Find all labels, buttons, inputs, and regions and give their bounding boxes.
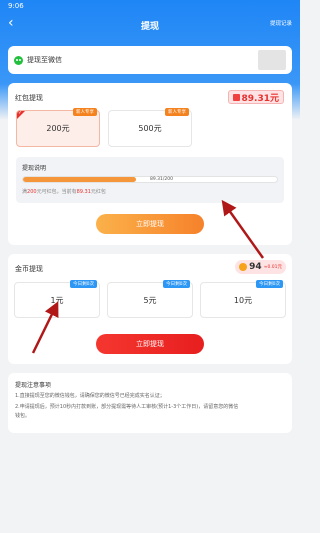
redpack-option-200[interactable]: ✓ 新人专享 200元 xyxy=(16,108,100,147)
progress-fill xyxy=(23,177,137,182)
back-icon[interactable]: ‹ xyxy=(8,15,14,31)
wechat-avatar xyxy=(258,50,286,70)
coin-balance-sub: ≈0.01元 xyxy=(263,265,282,270)
redpack-balance: 89.31元 xyxy=(241,93,279,104)
explain-title: 提现说明 xyxy=(22,165,47,172)
coin-option-1[interactable]: 今日剩0次 1元 xyxy=(14,280,100,318)
coin-title: 金币提现 xyxy=(15,265,43,273)
notice-card: 提现注意事项 1.直接提现至您的微信钱包，请确保您的微信号已经完成实名认证； 2… xyxy=(8,373,292,433)
option-amount: 5元 xyxy=(143,295,157,305)
notice-title: 提现注意事项 xyxy=(15,382,52,389)
explain-desc: 满200元可红包，当前有89.31元红包 xyxy=(22,189,106,195)
coin-withdraw-card: 金币提现 94 ≈0.01元 今日剩0次 1元 今日剩0次 5元 今日剩0次 1… xyxy=(8,254,292,364)
option-amount: 200元 xyxy=(46,124,70,133)
coin-balance: 94 xyxy=(249,262,262,272)
redpack-balance-badge: 89.31元 xyxy=(227,90,284,104)
option-tag: 今日剩0次 xyxy=(163,280,190,288)
coin-withdraw-button[interactable]: 立即提现 xyxy=(96,334,204,354)
wechat-label: 提现至微信 xyxy=(27,56,62,64)
page-title: 提现 xyxy=(140,21,159,32)
status-bar: 9:06 xyxy=(0,0,300,14)
nav-bar: ‹ 提现 提现记录 xyxy=(0,14,300,36)
redpack-title: 红包提现 xyxy=(15,94,43,102)
wechat-icon xyxy=(14,55,23,65)
option-amount: 500元 xyxy=(138,124,162,133)
notice-line-1: 1.直接提现至您的微信钱包，请确保您的微信号已经完成实名认证； xyxy=(15,393,165,399)
option-amount: 10元 xyxy=(233,295,253,305)
redpack-withdraw-card: 红包提现 89.31元 ✓ 新人专享 200元 新人专享 500元 提现说明 8… xyxy=(8,83,292,245)
notice-line-3: 钱包。 xyxy=(15,413,31,419)
withdraw-explain-box: 提现说明 89.31/200 满200元可红包，当前有89.31元红包 xyxy=(16,157,284,203)
coin-option-10[interactable]: 今日剩0次 10元 xyxy=(200,280,286,318)
progress-text: 89.31/200 xyxy=(150,177,173,182)
wechat-target-card[interactable]: 提现至微信 xyxy=(8,46,292,74)
redpack-option-500[interactable]: 新人专享 500元 xyxy=(108,108,192,147)
coin-balance-badge: 94 ≈0.01元 xyxy=(235,260,286,274)
option-tag: 今日剩0次 xyxy=(256,280,283,288)
withdraw-record-link[interactable]: 提现记录 xyxy=(270,19,292,27)
redpack-icon xyxy=(232,93,240,101)
option-amount: 1元 xyxy=(50,295,64,305)
status-time: 9:06 xyxy=(8,2,24,10)
redpack-withdraw-button[interactable]: 立即提现 xyxy=(96,214,204,234)
option-tag: 新人专享 xyxy=(73,108,97,116)
coin-option-5[interactable]: 今日剩0次 5元 xyxy=(107,280,193,318)
gold-coin-icon xyxy=(239,263,248,271)
option-tag: 今日剩0次 xyxy=(70,280,97,288)
check-icon: ✓ xyxy=(18,110,23,116)
option-tag: 新人专享 xyxy=(165,108,189,116)
notice-line-2: 2.申请提现后，预计10秒内打款到账，部分提现需等待人工审核(预计1-3个工作日… xyxy=(15,404,239,410)
